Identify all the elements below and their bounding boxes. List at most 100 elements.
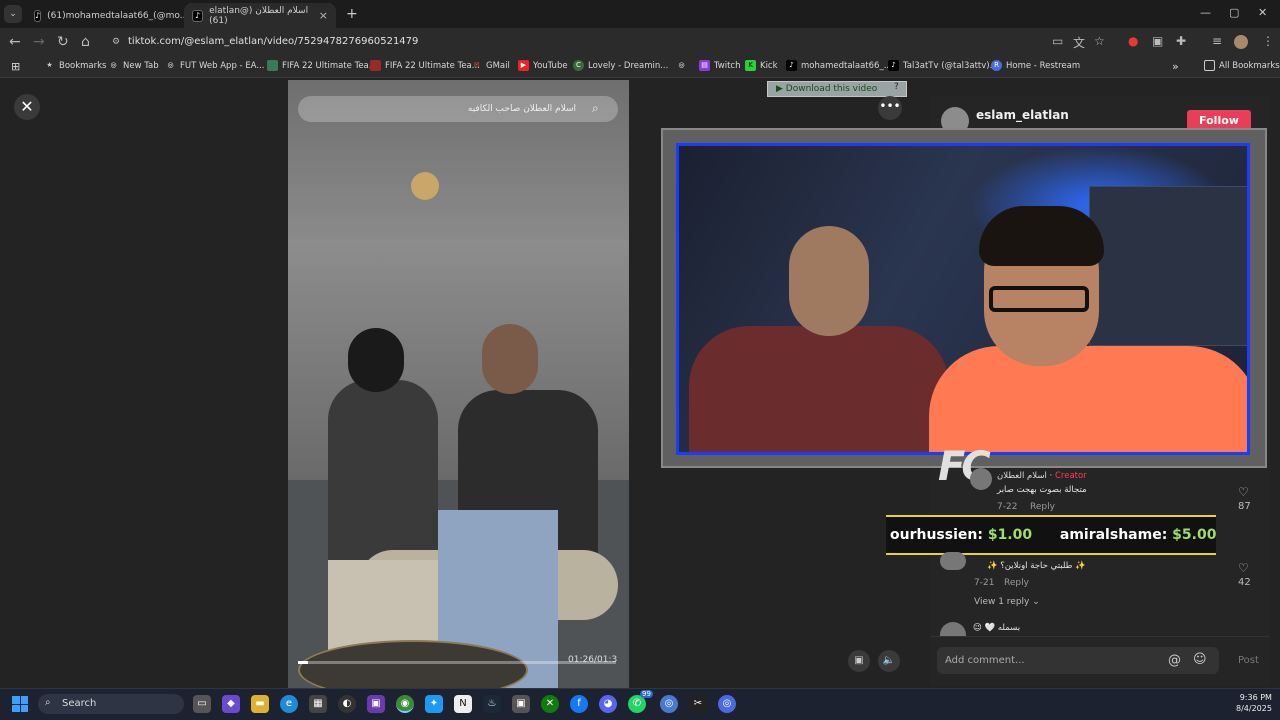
comment-author[interactable]: اسلام العطلان · Creator: [997, 471, 1087, 481]
app-icon[interactable]: ▣: [512, 695, 530, 713]
facebook-icon[interactable]: f: [570, 695, 588, 713]
chrome-icon[interactable]: ◉: [396, 695, 414, 713]
app-icon[interactable]: ◎: [718, 695, 736, 713]
puzzle-icon[interactable]: ✚: [1176, 34, 1186, 48]
video-person-woman-head: [348, 328, 404, 392]
tab-close-icon[interactable]: ×: [319, 9, 328, 22]
bookmark-label: Home - Restream: [1006, 60, 1081, 71]
bookmark-twitch[interactable]: ▤ Twitch: [699, 60, 741, 71]
volume-icon: 🔈: [882, 655, 896, 666]
bookmark-gmail[interactable]: ✉ GMail: [471, 60, 510, 71]
tab-2-title: elatlan@) اسلام العطلان (61): [209, 5, 309, 26]
forward-icon[interactable]: →: [33, 34, 45, 50]
all-bookmarks[interactable]: All Bookmarks: [1204, 60, 1280, 71]
translate-icon[interactable]: 文: [1073, 34, 1085, 51]
twitch-icon: ▤: [699, 60, 710, 71]
site-info-icon[interactable]: ⚙: [112, 32, 120, 52]
download-help-icon[interactable]: ?: [894, 82, 899, 92]
close-icon: ✕: [20, 97, 34, 116]
post-button[interactable]: Post: [1238, 655, 1259, 666]
app-icon[interactable]: ◎: [660, 695, 678, 713]
taskbar-search[interactable]: Search: [38, 694, 184, 714]
new-tab-button[interactable]: +: [346, 6, 358, 22]
profile-avatar[interactable]: [1234, 35, 1248, 49]
reply-button[interactable]: Reply: [1030, 502, 1055, 512]
maximize-icon[interactable]: ▢: [1229, 6, 1239, 19]
address-input[interactable]: ⚙ tiktok.com/@eslam_elatlan/video/752947…: [104, 32, 1114, 52]
bookmark-youtube[interactable]: ▶ YouTube: [518, 60, 568, 71]
bookmark-restream[interactable]: R Home - Restream: [991, 60, 1080, 71]
bookmark-fifa-1[interactable]: FIFA 22 Ultimate Tea...: [267, 60, 377, 71]
volume-button[interactable]: 🔈: [878, 650, 900, 672]
back-icon[interactable]: ←: [9, 34, 21, 50]
minimize-icon[interactable]: —: [1200, 6, 1211, 19]
tab-1[interactable]: ♪ (61)mohamedtalaat66_(@mo... ×: [26, 3, 198, 28]
task-view-icon[interactable]: ▭: [193, 695, 211, 713]
notion-icon[interactable]: N: [454, 695, 472, 713]
like-heart-icon[interactable]: ♡: [1238, 561, 1249, 575]
comment-avatar[interactable]: [970, 468, 992, 490]
extension-red-icon[interactable]: ●: [1128, 34, 1138, 48]
search-icon[interactable]: ⌕: [592, 101, 599, 116]
tab-list-menu[interactable]: ⌄: [4, 5, 22, 23]
download-label: Download this video: [785, 84, 878, 94]
capcut-icon[interactable]: ✂: [689, 695, 707, 713]
mention-icon[interactable]: @: [1168, 653, 1181, 668]
emoji-icon[interactable]: ☺: [1193, 652, 1207, 667]
twitter-icon[interactable]: ✦: [425, 695, 443, 713]
steam-icon[interactable]: ♨: [483, 695, 501, 713]
extension-icon[interactable]: ▣: [1152, 34, 1163, 48]
cam-person-left-head: [789, 226, 869, 336]
download-video-button[interactable]: ▶ Download this video: [767, 81, 907, 97]
discord-icon[interactable]: ◕: [599, 695, 617, 713]
bookmark-kick[interactable]: K Kick: [745, 60, 778, 71]
edge-icon[interactable]: e: [280, 695, 298, 713]
windows-start-icon[interactable]: [12, 696, 28, 712]
video-progress-fill: [298, 661, 308, 664]
system-clock[interactable]: 9:36 PM 8/4/2025: [1236, 692, 1272, 714]
bookmark-unnamed[interactable]: ◎: [676, 60, 691, 71]
bookmark-star-icon[interactable]: ☆: [1094, 34, 1105, 48]
play-icon: ▶: [776, 84, 786, 94]
bookmark-fut-web-app[interactable]: ◎ FUT Web App - EA...: [165, 60, 264, 71]
profile-username[interactable]: eslam_elatlan: [976, 108, 1069, 122]
globe-icon: ◎: [678, 61, 685, 69]
app-icon[interactable]: ◐: [338, 695, 356, 713]
tiktok-video-player[interactable]: [288, 80, 629, 688]
app-icon[interactable]: ▣: [367, 695, 385, 713]
comment-avatar[interactable]: [940, 552, 966, 570]
home-icon[interactable]: ⌂: [81, 34, 90, 50]
bookmark-mohamedtalaat[interactable]: ♪ mohamedtalaat66_...: [786, 60, 892, 71]
cast-icon[interactable]: ▭: [1052, 34, 1063, 48]
file-explorer-icon[interactable]: ▬: [251, 695, 269, 713]
bookmark-label: mohamedtalaat66_...: [801, 60, 892, 71]
store-icon[interactable]: ▦: [309, 695, 327, 713]
cam-person-right-body: [929, 346, 1247, 452]
video-search-bar[interactable]: اسلام العطلان صاحب الكافيه: [298, 96, 618, 122]
video-scene-chandelier: [411, 172, 439, 200]
view-replies-button[interactable]: View 1 reply ⌄: [974, 597, 1040, 607]
like-count: 42: [1238, 577, 1251, 588]
like-heart-icon[interactable]: ♡: [1238, 485, 1249, 499]
bookmark-label: Bookmarks: [59, 60, 107, 71]
tab-2[interactable]: ♪ elatlan@) اسلام العطلان (61) ×: [184, 3, 336, 28]
tab-search-icon[interactable]: ≡: [1212, 34, 1222, 48]
bookmark-lovely[interactable]: C Lovely - Dreamin...: [573, 60, 668, 71]
bookmark-label: FIFA 22 Ultimate Tea...: [282, 60, 377, 71]
pip-button[interactable]: ▣: [848, 650, 870, 672]
apps-icon[interactable]: ⊞: [11, 60, 20, 73]
menu-icon[interactable]: ⋮: [1262, 34, 1274, 48]
copilot-icon[interactable]: ◆: [222, 695, 240, 713]
window-close-icon[interactable]: ✕: [1258, 6, 1267, 19]
bookmark-new-tab[interactable]: ◎ New Tab: [108, 60, 158, 71]
more-options-button[interactable]: •••: [878, 96, 902, 120]
bookmark-bookmarks[interactable]: ★ Bookmarks: [44, 60, 107, 71]
close-video-button[interactable]: ✕: [14, 94, 40, 120]
bookmark-fifa-2[interactable]: FIFA 22 Ultimate Tea...: [370, 60, 480, 71]
reload-icon[interactable]: ↻: [57, 34, 69, 50]
download-close-icon[interactable]: ×: [906, 81, 914, 92]
bookmark-tal3attv[interactable]: ♪ Tal3atTv (@tal3attv)...: [888, 60, 998, 71]
xbox-icon[interactable]: ✕: [541, 695, 559, 713]
reply-button[interactable]: Reply: [1004, 578, 1029, 588]
bookmarks-overflow-icon[interactable]: »: [1172, 60, 1179, 73]
